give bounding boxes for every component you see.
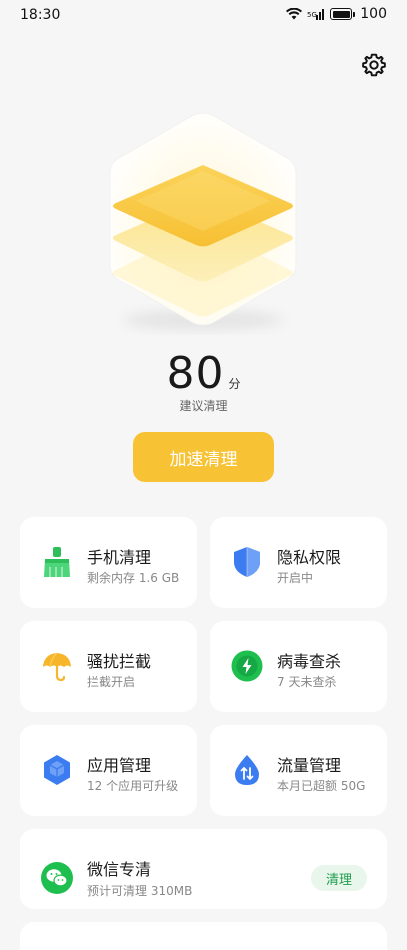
card-wechat-clean[interactable]: 微信专清 预计可清理 310MB 清理	[20, 829, 387, 909]
battery-tip	[353, 11, 356, 17]
broom-icon	[44, 547, 70, 577]
wechat-icon	[41, 862, 73, 894]
card-virus-scan[interactable]: 病毒查杀 7 天未查杀	[210, 621, 387, 712]
card-subtitle: 剩余内存 1.6 GB	[87, 571, 180, 585]
card-app-management[interactable]: 应用管理 12 个应用可升级	[20, 725, 197, 816]
card-subtitle: 预计可清理 310MB	[87, 884, 193, 898]
boost-clean-button[interactable]: 加速清理	[133, 432, 274, 482]
data-drop-icon	[235, 755, 259, 785]
umbrella-icon	[43, 652, 71, 682]
card-title: 流量管理	[277, 756, 342, 775]
card-harassment-block[interactable]: 骚扰拦截 拦截开启	[20, 621, 197, 712]
card-title: 骚扰拦截	[87, 652, 152, 671]
card-data-usage[interactable]: 流量管理 本月已超额 50G	[210, 725, 387, 816]
status-icons: 5G 100	[286, 6, 387, 22]
score-value: 80	[166, 348, 225, 399]
cube-icon	[44, 755, 70, 785]
status-time: 18:30	[20, 7, 61, 23]
gear-icon[interactable]	[361, 52, 387, 78]
score-display: 80 分	[0, 348, 407, 399]
wechat-clean-button[interactable]: 清理	[311, 865, 367, 891]
wifi-icon	[286, 8, 303, 20]
battery-level: 100	[360, 6, 387, 22]
card-title: 手机清理	[87, 548, 152, 567]
signal-icon: 5G	[307, 9, 325, 20]
card-subtitle: 拦截开启	[87, 675, 136, 689]
card-subtitle: 12 个应用可升级	[87, 779, 179, 793]
battery-icon	[330, 8, 353, 20]
card-phone-clean[interactable]: 手机清理 剩余内存 1.6 GB	[20, 517, 197, 608]
card-privacy[interactable]: 隐私权限 开启中	[210, 517, 387, 608]
clean-score-illustration	[109, 112, 297, 330]
card-title: 病毒查杀	[277, 652, 342, 671]
lightning-shield-icon	[231, 650, 263, 682]
score-unit: 分	[228, 377, 241, 391]
status-bar: 18:30 5G 100	[0, 0, 407, 32]
score-subtitle: 建议清理	[179, 399, 228, 413]
card-title: 微信专清	[87, 860, 152, 879]
card-next-partial[interactable]	[20, 922, 387, 950]
card-subtitle: 本月已超额 50G	[277, 779, 366, 793]
svg-text:5G: 5G	[307, 11, 317, 19]
card-title: 隐私权限	[277, 548, 342, 567]
shield-icon	[234, 547, 260, 577]
card-subtitle: 7 天未查杀	[277, 675, 337, 689]
card-title: 应用管理	[87, 756, 152, 775]
card-subtitle: 开启中	[277, 571, 314, 585]
